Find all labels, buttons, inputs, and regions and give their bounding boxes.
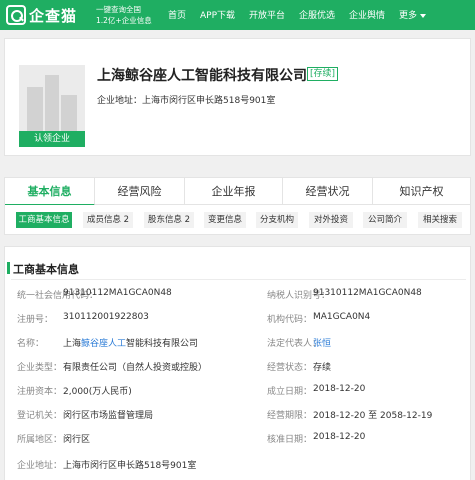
section-title: 工商基本信息 xyxy=(7,262,79,276)
top-navbar: 企查猫 一键查询全国 1.2亿+企业信息 首页 APP下载 开放平台 企服优选 … xyxy=(0,0,475,30)
subtab-related-search[interactable]: 相关搜索 xyxy=(418,212,462,228)
op-status-value: 存续 xyxy=(313,363,332,373)
company-address: 企业地址：上海市闵行区申长路518号901室 xyxy=(97,93,275,106)
capital-label: 注册资本： xyxy=(17,387,63,397)
region-label: 所属地区： xyxy=(17,435,63,445)
slogan-line-2: 1.2亿+企业信息 xyxy=(96,16,152,25)
company-type-label: 企业类型： xyxy=(17,363,63,373)
subtab-members[interactable]: 成员信息 2 xyxy=(83,212,133,228)
op-status-label: 经营状态： xyxy=(267,363,313,373)
org-code-value: MA1GCA0N4 xyxy=(313,312,371,322)
sub-tabs: 工商基本信息 成员信息 2 股东信息 2 变更信息 分支机构 对外投资 公司简介… xyxy=(4,205,471,235)
approval-label: 核准日期： xyxy=(267,435,313,445)
tab-intellectual-property[interactable]: 知识产权 xyxy=(373,178,470,206)
enterprise-address-label: 企业地址： xyxy=(17,461,63,471)
magnifier-logo-icon xyxy=(6,5,26,25)
capital-value: 2,000(万人民币) xyxy=(63,387,132,397)
subtab-investments[interactable]: 对外投资 xyxy=(309,212,353,228)
authority-label: 登记机关： xyxy=(17,411,63,421)
address-value: 上海市闵行区申长路518号901室 xyxy=(142,96,276,106)
tab-annual-report[interactable]: 企业年报 xyxy=(185,178,283,206)
tab-basic-info[interactable]: 基本信息 xyxy=(5,178,95,206)
logo-text: 企查猫 xyxy=(29,6,78,25)
term-label: 经营期限： xyxy=(267,411,313,421)
slogan-line-1: 一键查询全国 xyxy=(96,5,141,14)
address-label: 企业地址： xyxy=(97,96,143,106)
site-logo[interactable]: 企查猫 xyxy=(6,3,86,27)
legal-rep-link[interactable]: 张恒 xyxy=(313,336,331,349)
subtab-business-info[interactable]: 工商基本信息 xyxy=(16,212,72,228)
authority-value: 闵行区市场监督管理局 xyxy=(63,411,154,421)
divider xyxy=(11,279,466,280)
building-icon xyxy=(45,75,59,131)
main-tabs: 基本信息 经营风险 企业年报 经营状况 知识产权 xyxy=(4,177,471,206)
nav-home[interactable]: 首页 xyxy=(168,8,186,21)
building-icon xyxy=(61,95,77,131)
name-part: 上海 xyxy=(63,339,82,349)
subtab-shareholders[interactable]: 股东信息 2 xyxy=(144,212,194,228)
nav-enterprise-services[interactable]: 企服优选 xyxy=(299,8,335,21)
taxpayer-id-value: 91310112MA1GCA0N48 xyxy=(313,288,422,298)
company-type-value: 有限责任公司（自然人投资或控股） xyxy=(63,363,208,373)
slogan: 一键查询全国 1.2亿+企业信息 xyxy=(96,4,152,26)
caret-down-icon xyxy=(420,13,427,18)
founded-value: 2018-12-20 xyxy=(313,384,366,394)
status-badge: [存续] xyxy=(307,67,339,81)
org-code-label: 机构代码： xyxy=(267,315,313,325)
nav-public-opinion[interactable]: 企业舆情 xyxy=(349,8,385,21)
subtab-company-profile[interactable]: 公司简介 xyxy=(363,212,407,228)
reg-no-value: 310112001922803 xyxy=(63,312,149,322)
nav-more-label: 更多 xyxy=(399,11,418,21)
region-value: 闵行区 xyxy=(63,435,91,445)
company-logo-placeholder xyxy=(19,65,85,131)
name-label: 名称： xyxy=(17,339,45,349)
tab-operation-risk[interactable]: 经营风险 xyxy=(95,178,185,206)
founded-label: 成立日期： xyxy=(267,387,313,397)
approval-value: 2018-12-20 xyxy=(313,432,366,442)
company-name-value: 上海鲸谷座人工智能科技有限公司 xyxy=(63,336,198,349)
claim-company-button[interactable]: 认领企业 xyxy=(19,131,85,147)
reg-no-label: 注册号： xyxy=(17,315,54,325)
tab-operating-status[interactable]: 经营状况 xyxy=(283,178,373,206)
business-info-section: 工商基本信息 统一社会信用代码： 91310112MA1GCA0N48 纳税人识… xyxy=(4,246,471,480)
nav-app-download[interactable]: APP下载 xyxy=(200,8,235,21)
nav-more[interactable]: 更多 xyxy=(399,8,427,21)
enterprise-address-value: 上海市闵行区申长路518号901室 xyxy=(63,461,197,471)
credit-code-value: 91310112MA1GCA0N48 xyxy=(63,288,172,298)
subtab-branches[interactable]: 分支机构 xyxy=(256,212,298,228)
building-icon xyxy=(27,87,43,131)
company-name: 上海鲸谷座人工智能科技有限公司 xyxy=(97,68,307,84)
name-part: 智能科技有限公司 xyxy=(126,339,199,349)
subtab-changes[interactable]: 变更信息 xyxy=(204,212,246,228)
company-card: 认领企业 上海鲸谷座人工智能科技有限公司 [存续] 企业地址：上海市闵行区申长路… xyxy=(4,38,471,156)
nav-open-platform[interactable]: 开放平台 xyxy=(249,8,285,21)
term-value: 2018-12-20 至 2058-12-19 xyxy=(313,411,433,421)
name-highlight: 鲸谷座人工 xyxy=(81,339,127,349)
